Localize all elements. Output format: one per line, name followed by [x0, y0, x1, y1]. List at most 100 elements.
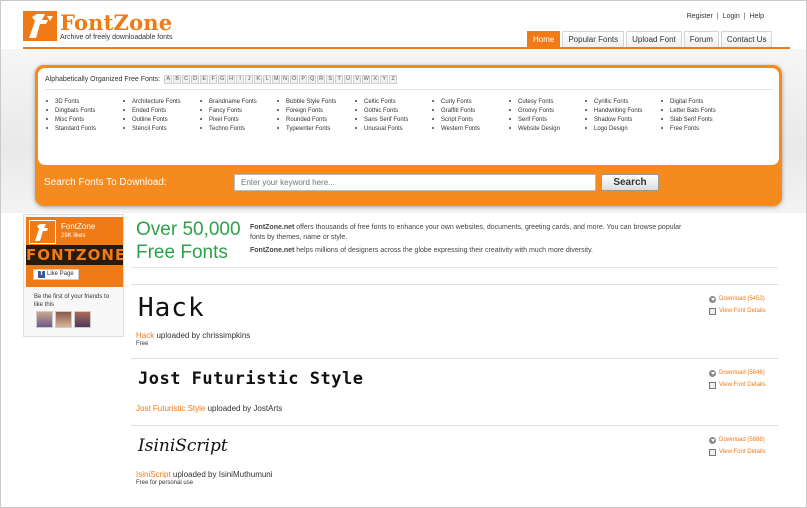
letter-y[interactable]: Y: [380, 75, 389, 84]
category-link[interactable]: Graffiti Fonts: [432, 108, 475, 114]
category-link[interactable]: Unusual Fonts: [355, 126, 403, 132]
letter-w[interactable]: W: [362, 75, 371, 84]
download-link[interactable]: Download (5846): [709, 367, 766, 379]
letter-t[interactable]: T: [335, 75, 344, 84]
category-link[interactable]: Fancy Fonts: [200, 108, 242, 114]
category-link[interactable]: Logo Design: [585, 126, 628, 132]
letter-p[interactable]: P: [299, 75, 308, 84]
download-link[interactable]: Download (5888): [709, 434, 766, 446]
category-link[interactable]: Cutesy Fonts: [509, 99, 553, 105]
logo-icon[interactable]: [23, 11, 57, 41]
category-link[interactable]: Outline Fonts: [123, 117, 168, 123]
category-link[interactable]: Pixel Fonts: [200, 117, 239, 123]
category-link[interactable]: Website Design: [509, 126, 560, 132]
font-name-link[interactable]: IsiniScript: [136, 470, 171, 479]
category-link[interactable]: Standard Fonts: [46, 126, 96, 132]
font-sample[interactable]: Hack: [138, 293, 205, 323]
category-link[interactable]: Bubble Style Fonts: [277, 99, 336, 105]
letter-q[interactable]: Q: [308, 75, 317, 84]
login-link[interactable]: Login: [723, 13, 740, 20]
view-details-link[interactable]: View Font Details: [709, 379, 766, 391]
font-name-link[interactable]: Jost Futuristic Style: [136, 404, 205, 413]
category-link[interactable]: Digital Fonts: [661, 99, 703, 105]
letter-r[interactable]: R: [317, 75, 326, 84]
letter-e[interactable]: E: [200, 75, 209, 84]
tab-home[interactable]: Home: [527, 31, 561, 47]
like-page-button[interactable]: f Like Page: [33, 269, 79, 280]
category-link[interactable]: Brandname Fonts: [200, 99, 257, 105]
register-link[interactable]: Register: [687, 13, 713, 20]
category-link[interactable]: Handwriting Fonts: [585, 108, 642, 114]
letter-a[interactable]: A: [164, 75, 173, 84]
letter-n[interactable]: N: [281, 75, 290, 84]
letter-f[interactable]: F: [209, 75, 218, 84]
category-link[interactable]: Techno Fonts: [200, 126, 245, 132]
category-link[interactable]: Script Fonts: [432, 117, 473, 123]
category-link[interactable]: Rounded Fonts: [277, 117, 327, 123]
tab-upload-font[interactable]: Upload Font: [626, 31, 682, 47]
download-label: Download (5888): [719, 437, 765, 443]
category-link[interactable]: Letter Bats Fonts: [661, 108, 716, 114]
facebook-page-name[interactable]: FontZone: [61, 222, 95, 231]
font-sample[interactable]: Jost Futuristic Style: [138, 369, 363, 389]
font-name-link[interactable]: Hack: [136, 331, 154, 340]
letter-k[interactable]: K: [254, 75, 263, 84]
brand-name[interactable]: FontZone: [60, 10, 172, 35]
font-sample[interactable]: IsiniScript: [138, 436, 228, 456]
hero-brand: FontZone.net: [250, 247, 295, 254]
category-link[interactable]: Celtic Fonts: [355, 99, 396, 105]
letter-l[interactable]: L: [263, 75, 272, 84]
avatar[interactable]: [74, 311, 91, 328]
bullet-icon: [355, 100, 357, 103]
category-link[interactable]: Curly Fonts: [432, 99, 472, 105]
letter-h[interactable]: H: [227, 75, 236, 84]
category-link[interactable]: Gothic Fonts: [355, 108, 398, 114]
letter-s[interactable]: S: [326, 75, 335, 84]
view-details-link[interactable]: View Font Details: [709, 305, 766, 317]
letter-g[interactable]: G: [218, 75, 227, 84]
tab-forum[interactable]: Forum: [683, 31, 719, 47]
bullet-icon: [200, 127, 202, 130]
category-link[interactable]: Architecture Fonts: [123, 99, 181, 105]
view-details-link[interactable]: View Font Details: [709, 446, 766, 458]
avatar[interactable]: [36, 311, 53, 328]
tab-contact-us[interactable]: Contact Us: [720, 31, 773, 47]
search-button[interactable]: Search: [601, 174, 659, 191]
category-link[interactable]: Misc Fonts: [46, 117, 84, 123]
letter-c[interactable]: C: [182, 75, 191, 84]
category-link[interactable]: Sans Serif Fonts: [355, 117, 408, 123]
letter-v[interactable]: V: [353, 75, 362, 84]
letter-d[interactable]: D: [191, 75, 200, 84]
search-input[interactable]: [234, 174, 596, 191]
category-link[interactable]: Typewriter Fonts: [277, 126, 330, 132]
facebook-page-box[interactable]: FontZone 29K likes FONTZONE f Like Page: [26, 217, 123, 287]
download-link[interactable]: Download (5453): [709, 293, 766, 305]
view-details-label: View Font Details: [719, 449, 766, 455]
hero-brand: FontZone.net: [250, 224, 295, 231]
letter-z[interactable]: Z: [389, 75, 398, 84]
letter-u[interactable]: U: [344, 75, 353, 84]
letter-j[interactable]: J: [245, 75, 254, 84]
category-link[interactable]: Cyrillic Fonts: [585, 99, 628, 105]
letter-m[interactable]: M: [272, 75, 281, 84]
help-link[interactable]: Help: [750, 13, 764, 20]
letter-b[interactable]: B: [173, 75, 182, 84]
category-link[interactable]: Serif Fonts: [509, 117, 547, 123]
letter-o[interactable]: O: [290, 75, 299, 84]
category-link[interactable]: Ended Fonts: [123, 108, 166, 114]
category-link[interactable]: 3D Fonts: [46, 99, 79, 105]
bullet-icon: [200, 100, 202, 103]
category-link[interactable]: Foreign Fonts: [277, 108, 323, 114]
category-link[interactable]: Dingbats Fonts: [46, 108, 95, 114]
category-link[interactable]: Stencil Fonts: [123, 126, 167, 132]
category-link[interactable]: Slab Serif Fonts: [661, 117, 713, 123]
category-link[interactable]: Free Fonts: [661, 126, 699, 132]
avatar[interactable]: [55, 311, 72, 328]
letter-i[interactable]: I: [236, 75, 245, 84]
category-link[interactable]: Western Fonts: [432, 126, 480, 132]
letter-x[interactable]: X: [371, 75, 380, 84]
category-link[interactable]: Shadow Fonts: [585, 117, 632, 123]
font-upload-line: Jost Futuristic Style uploaded by JostAr…: [136, 404, 282, 413]
category-link[interactable]: Groovy Fonts: [509, 108, 554, 114]
tab-popular-fonts[interactable]: Popular Fonts: [562, 31, 625, 47]
